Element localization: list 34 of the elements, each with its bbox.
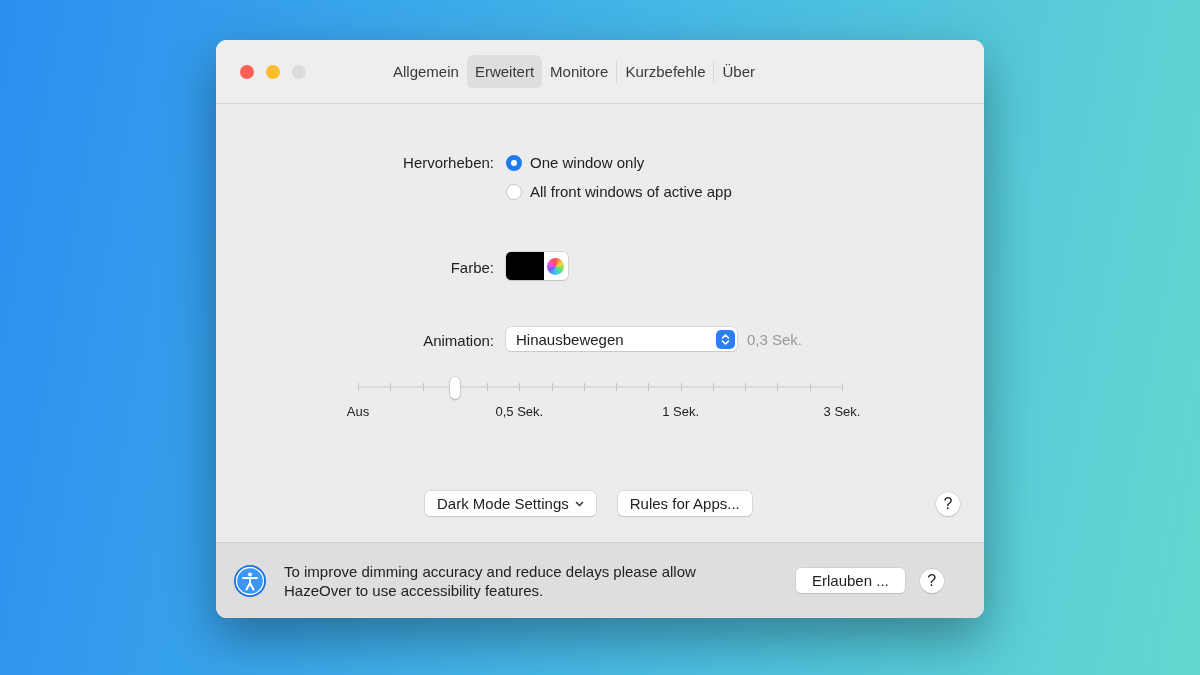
radio-label: All front windows of active app — [530, 183, 732, 200]
tab[interactable]: Erweitert — [466, 55, 543, 88]
radio-button[interactable] — [506, 183, 522, 200]
stepper-icon — [716, 329, 735, 349]
slider-thumb[interactable] — [449, 377, 460, 399]
color-well[interactable] — [506, 252, 568, 280]
color-wheel-icon[interactable] — [547, 257, 564, 275]
close-icon[interactable] — [240, 65, 254, 79]
field-label: Animation: — [422, 331, 494, 349]
tab[interactable]: Über — [714, 55, 763, 88]
allow-button[interactable]: Erlauben ... — [796, 568, 905, 593]
radio-option[interactable]: All front windows of active app — [506, 183, 984, 200]
field-label: Farbe: — [449, 258, 494, 276]
slider-label: 0,5 Sek. — [495, 404, 544, 419]
radio-label: One window only — [530, 154, 645, 171]
duration-reading: 0,3 Sek. — [747, 330, 803, 348]
tab[interactable]: Monitore — [542, 55, 617, 88]
slider-label: 1 Sek. — [662, 404, 700, 419]
radio-button[interactable] — [506, 154, 522, 171]
permission-message: To improve dimming accuracy and reduce delays please allow HazeOver to use accessibility features. — [284, 561, 697, 600]
slider-label: Aus — [346, 404, 370, 419]
tab[interactable]: Kurzbefehle — [617, 55, 714, 88]
tab[interactable]: Allgemein — [385, 55, 467, 88]
radio-option[interactable]: One window only — [506, 154, 984, 171]
push-button[interactable]: Rules for Apps... — [617, 491, 752, 516]
help-button[interactable]: ? — [936, 491, 960, 516]
accessibility-icon — [233, 563, 267, 598]
animation-dropdown[interactable]: Hinausbewegen — [506, 327, 737, 351]
menu-button[interactable]: Dark Mode Settings — [425, 491, 596, 516]
help-button[interactable]: ? — [919, 568, 944, 593]
minimize-icon[interactable] — [266, 65, 280, 79]
field-label: Hervorheben: — [402, 153, 494, 171]
slider-label: 3 Sek. — [823, 404, 861, 419]
chevron-icon — [574, 500, 584, 507]
